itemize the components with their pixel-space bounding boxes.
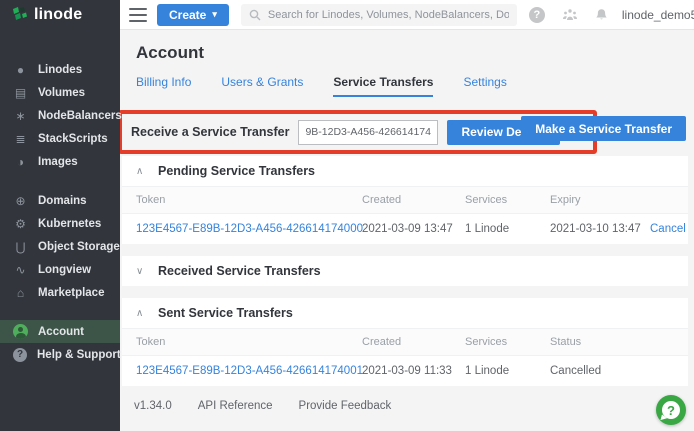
receive-transfer-section: Receive a Service Transfer Review Detail…: [120, 110, 694, 156]
pending-panel-header[interactable]: ∧ Pending Service Transfers: [122, 156, 688, 186]
sidebar-item-stackscripts[interactable]: ≣ StackScripts: [0, 127, 120, 150]
received-transfers-panel: ∨ Received Service Transfers: [122, 256, 688, 286]
received-panel-header[interactable]: ∨ Received Service Transfers: [122, 256, 688, 286]
username-label[interactable]: linode_demo512: [622, 8, 694, 22]
token-link[interactable]: 123E4567-E89B-12D3-A456-426614174001: [136, 365, 362, 377]
page-title: Account: [136, 43, 694, 63]
sidebar-item-help-support[interactable]: ? Help & Support: [0, 343, 120, 366]
linode-logo-icon: [12, 7, 28, 23]
version-label[interactable]: v1.34.0: [134, 400, 172, 412]
sidebar-item-account[interactable]: Account: [0, 320, 120, 343]
created-value: 2021-03-09 13:47: [362, 223, 465, 235]
col-services: Services: [465, 194, 550, 206]
community-icon[interactable]: [562, 8, 578, 21]
create-button-label: Create: [169, 8, 206, 22]
api-reference-link[interactable]: API Reference: [198, 400, 273, 412]
sidebar-item-images[interactable]: ◑ Images: [0, 150, 120, 173]
marketplace-icon: ⌂: [13, 286, 28, 300]
domains-icon: ⊕: [13, 194, 28, 208]
col-token: Token: [136, 194, 362, 206]
expiry-value: 2021-03-10 13:47: [550, 223, 650, 235]
help-icon[interactable]: ?: [529, 7, 545, 23]
pending-transfers-panel: ∧ Pending Service Transfers Token Create…: [122, 156, 688, 244]
make-service-transfer-button[interactable]: Make a Service Transfer: [521, 116, 686, 141]
account-person-icon: [13, 324, 28, 339]
linode-cloud-manager: linode Create ▾ ? linode_demo512 ∨ ●: [0, 0, 694, 431]
images-icon: ◑: [13, 155, 28, 169]
footer: v1.34.0 API Reference Provide Feedback: [134, 400, 694, 412]
created-value: 2021-03-09 11:33: [362, 365, 465, 377]
longview-icon: ∿: [13, 263, 28, 277]
sidebar-item-longview[interactable]: ∿ Longview: [0, 258, 120, 281]
tab-billing-info[interactable]: Billing Info: [136, 75, 191, 97]
col-status: Status: [550, 336, 674, 348]
kubernetes-icon: ⚙: [13, 217, 28, 231]
sent-transfers-panel: ∧ Sent Service Transfers Token Created S…: [122, 298, 688, 386]
question-mark-icon: ?: [662, 401, 680, 419]
cancel-link[interactable]: Cancel: [650, 223, 686, 235]
collapse-chevron-up-icon: ∧: [136, 308, 146, 319]
nodebalancers-icon: ∗: [13, 109, 28, 123]
logo-wordmark: linode: [34, 6, 82, 24]
sidebar-item-volumes[interactable]: ▤ Volumes: [0, 81, 120, 104]
global-search[interactable]: [241, 4, 517, 26]
help-support-icon: ?: [13, 348, 27, 362]
col-token: Token: [136, 336, 362, 348]
tab-settings[interactable]: Settings: [463, 75, 506, 97]
services-value: 1 Linode: [465, 365, 550, 377]
provide-feedback-link[interactable]: Provide Feedback: [299, 400, 392, 412]
chevron-down-icon: ▾: [212, 9, 217, 20]
help-chat-button[interactable]: ?: [656, 395, 686, 425]
col-expiry: Expiry: [550, 194, 650, 206]
stackscripts-icon: ≣: [13, 132, 28, 146]
transfer-token-input[interactable]: [298, 120, 438, 145]
tab-users-grants[interactable]: Users & Grants: [221, 75, 303, 97]
menu-hamburger-icon[interactable]: [129, 8, 147, 22]
main-content: Account Billing Info Users & Grants Serv…: [120, 30, 694, 431]
create-button[interactable]: Create ▾: [157, 4, 229, 26]
sidebar-item-object-storage[interactable]: ⋃ Object Storage: [0, 235, 120, 258]
sidebar-item-marketplace[interactable]: ⌂ Marketplace: [0, 281, 120, 304]
sent-panel-header[interactable]: ∧ Sent Service Transfers: [122, 298, 688, 328]
status-value: Cancelled: [550, 365, 674, 377]
sidebar-item-domains[interactable]: ⊕ Domains: [0, 189, 120, 212]
linodes-icon: ●: [13, 63, 28, 77]
notifications-bell-icon[interactable]: [595, 8, 608, 22]
col-created: Created: [362, 336, 465, 348]
sidebar-item-nodebalancers[interactable]: ∗ NodeBalancers: [0, 104, 120, 127]
services-value: 1 Linode: [465, 223, 550, 235]
object-storage-icon: ⋃: [13, 240, 28, 254]
pending-table-header: Token Created Services Expiry: [122, 186, 688, 214]
search-input[interactable]: [268, 9, 509, 21]
collapse-chevron-up-icon: ∧: [136, 166, 146, 177]
account-tabs: Billing Info Users & Grants Service Tran…: [136, 75, 694, 97]
sidebar-nav: ● Linodes ▤ Volumes ∗ NodeBalancers ≣ St…: [0, 30, 120, 431]
collapse-chevron-down-icon: ∨: [136, 266, 146, 277]
sent-table-header: Token Created Services Status: [122, 328, 688, 356]
token-link[interactable]: 123E4567-E89B-12D3-A456-426614174000: [136, 223, 362, 235]
search-icon: [249, 9, 261, 21]
sidebar-item-linodes[interactable]: ● Linodes: [0, 58, 120, 81]
receive-transfer-label: Receive a Service Transfer: [131, 125, 289, 139]
sidebar-item-kubernetes[interactable]: ⚙ Kubernetes: [0, 212, 120, 235]
col-services: Services: [465, 336, 550, 348]
table-row: 123E4567-E89B-12D3-A456-426614174000 202…: [122, 214, 688, 244]
tab-service-transfers[interactable]: Service Transfers: [333, 75, 433, 97]
col-created: Created: [362, 194, 465, 206]
volumes-icon: ▤: [13, 86, 28, 100]
linode-logo[interactable]: linode: [0, 0, 120, 30]
top-bar: linode Create ▾ ? linode_demo512 ∨: [0, 0, 694, 30]
table-row: 123E4567-E89B-12D3-A456-426614174001 202…: [122, 356, 688, 386]
